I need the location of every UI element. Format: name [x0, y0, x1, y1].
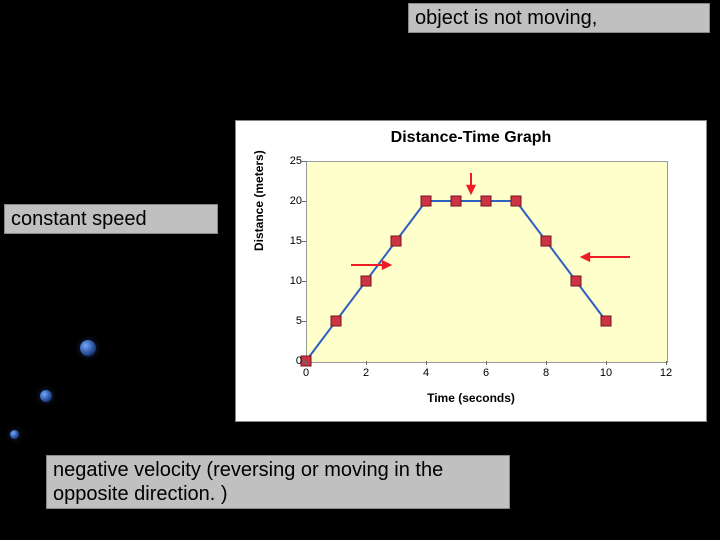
- data-point: [451, 196, 461, 206]
- data-point: [571, 276, 581, 286]
- label-constant-speed: constant speed: [4, 204, 218, 234]
- annotation-arrow: [351, 262, 390, 269]
- data-point: [511, 196, 521, 206]
- x-tick: 4: [416, 367, 436, 379]
- data-point: [481, 196, 491, 206]
- annotation-arrow: [468, 173, 475, 193]
- y-tick: 0: [276, 355, 302, 367]
- x-tick: 0: [296, 367, 316, 379]
- y-tick: 15: [276, 235, 302, 247]
- y-axis-label: Distance (meters): [252, 150, 266, 251]
- data-point: [361, 276, 371, 286]
- data-point: [331, 316, 341, 326]
- y-tick: 10: [276, 275, 302, 287]
- label-not-moving: object is not moving,: [408, 3, 710, 33]
- chart-card: Distance-Time Graph Distance (meters) Ti…: [235, 120, 707, 422]
- chart-title: Distance-Time Graph: [236, 129, 706, 147]
- x-tick: 12: [656, 367, 676, 379]
- x-axis-label: Time (seconds): [236, 391, 706, 405]
- x-tick: 8: [536, 367, 556, 379]
- plot-area: 0510152025 024681012: [306, 161, 666, 361]
- x-tick: 10: [596, 367, 616, 379]
- x-tick: 6: [476, 367, 496, 379]
- data-point: [421, 196, 431, 206]
- y-tick: 5: [276, 315, 302, 327]
- y-tick: 20: [276, 195, 302, 207]
- annotation-arrow: [582, 254, 630, 261]
- data-point: [391, 236, 401, 246]
- x-tick: 2: [356, 367, 376, 379]
- y-tick: 25: [276, 155, 302, 167]
- label-negative-velocity: negative velocity (reversing or moving i…: [46, 455, 510, 509]
- data-point: [601, 316, 611, 326]
- data-point: [541, 236, 551, 246]
- series-line: [306, 201, 606, 361]
- chart-series: [306, 161, 666, 361]
